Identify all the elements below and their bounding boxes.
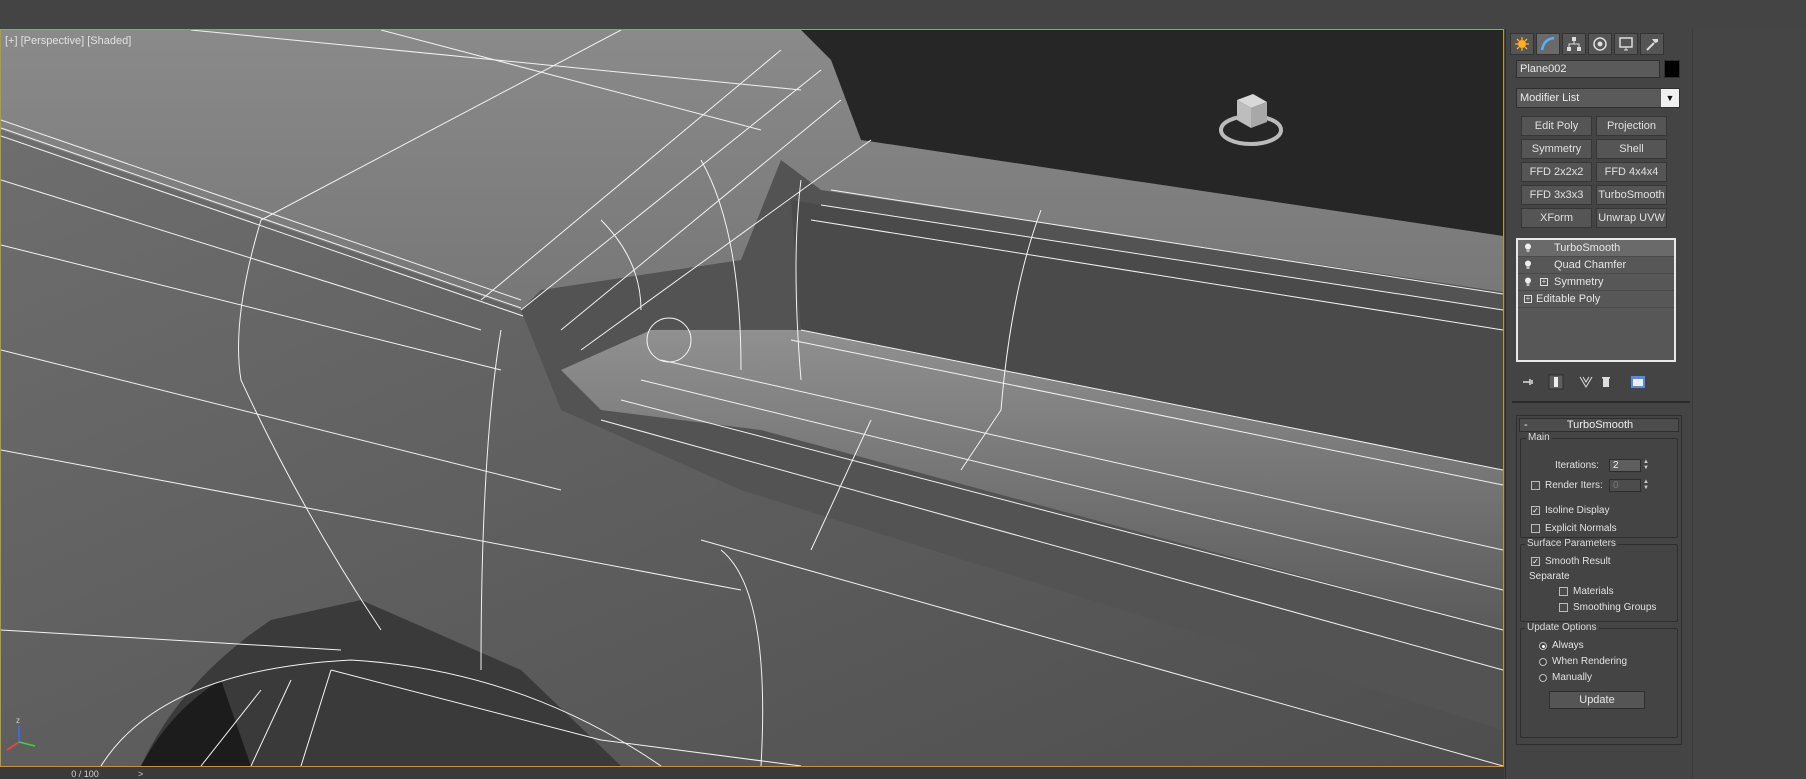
edit-poly-button[interactable]: Edit Poly bbox=[1521, 116, 1592, 136]
stack-toolbar bbox=[1516, 372, 1676, 394]
materials-checkbox[interactable] bbox=[1559, 587, 1568, 596]
isoline-display-checkbox[interactable]: ✓ bbox=[1531, 506, 1540, 515]
when-rendering-label: When Rendering bbox=[1552, 656, 1628, 667]
spinner-arrows-icon[interactable]: ▲ ▼ bbox=[1642, 459, 1650, 472]
timeline-bar[interactable] bbox=[0, 767, 1504, 779]
lightbulb-icon[interactable] bbox=[1524, 243, 1532, 253]
stack-item-label: Quad Chamfer bbox=[1554, 259, 1627, 271]
smoothing-groups-checkbox[interactable] bbox=[1559, 603, 1568, 612]
modifier-list-dropdown[interactable]: Modifier List ▼ bbox=[1516, 88, 1680, 108]
utilities-tab[interactable] bbox=[1640, 33, 1664, 55]
group-title: Surface Parameters bbox=[1525, 538, 1618, 550]
viewport-render: z bbox=[1, 30, 1503, 766]
smoothing-groups-label: Smoothing Groups bbox=[1573, 602, 1657, 613]
create-tab[interactable] bbox=[1510, 33, 1534, 55]
always-label: Always bbox=[1552, 640, 1584, 651]
smooth-result-checkbox[interactable]: ✓ bbox=[1531, 557, 1540, 566]
unwrap-uvw-button[interactable]: Unwrap UVW bbox=[1596, 208, 1667, 228]
render-iters-label: Render Iters: bbox=[1545, 480, 1603, 491]
modifier-list-label: Modifier List bbox=[1520, 92, 1580, 104]
side-panel-gutter bbox=[1692, 29, 1806, 779]
create-tab-icon bbox=[1515, 37, 1529, 51]
update-button[interactable]: Update bbox=[1549, 691, 1645, 709]
explicit-normals-checkbox[interactable] bbox=[1531, 524, 1540, 533]
panel-divider bbox=[1512, 401, 1690, 403]
modifier-buttons: Edit Poly Projection Symmetry Shell FFD … bbox=[1521, 116, 1667, 228]
next-frame-arrow[interactable]: > bbox=[138, 770, 143, 779]
command-panel: Plane002 Modifier List ▼ Edit Poly Proje… bbox=[1505, 29, 1692, 779]
ffd-2x2x2-button[interactable]: FFD 2x2x2 bbox=[1521, 162, 1592, 182]
ffd-4x4x4-button[interactable]: FFD 4x4x4 bbox=[1596, 162, 1667, 182]
object-name-field[interactable]: Plane002 bbox=[1516, 60, 1660, 78]
manually-label: Manually bbox=[1552, 672, 1593, 683]
group-title: Main bbox=[1526, 432, 1552, 444]
hierarchy-tab-icon bbox=[1567, 37, 1581, 51]
object-color-swatch[interactable] bbox=[1664, 60, 1680, 78]
main-group: Main Iterations: 2 ▲ ▼ Render Iters: 0 ▲ ▼… bbox=[1520, 432, 1678, 538]
shell-button[interactable]: Shell bbox=[1596, 139, 1667, 159]
stack-item-turbosmooth[interactable]: TurboSmooth bbox=[1518, 240, 1674, 257]
show-end-result-icon[interactable] bbox=[1548, 374, 1564, 390]
update-options-group: Update Options Always When Rendering Man… bbox=[1520, 622, 1678, 738]
expand-icon[interactable]: + bbox=[1540, 278, 1548, 286]
lightbulb-icon[interactable] bbox=[1524, 260, 1532, 270]
svg-text:z: z bbox=[16, 716, 20, 725]
pin-stack-icon[interactable] bbox=[1520, 374, 1536, 390]
remove-modifier-icon[interactable] bbox=[1598, 374, 1614, 390]
explicit-normals-label: Explicit Normals bbox=[1545, 523, 1617, 534]
render-iters-checkbox[interactable] bbox=[1531, 481, 1540, 490]
ffd-3x3x3-button[interactable]: FFD 3x3x3 bbox=[1521, 185, 1592, 205]
separate-label: Separate bbox=[1529, 571, 1570, 582]
display-tab[interactable] bbox=[1614, 33, 1638, 55]
xform-button[interactable]: XForm bbox=[1521, 208, 1592, 228]
lightbulb-icon[interactable] bbox=[1524, 277, 1532, 287]
manually-radio[interactable] bbox=[1539, 674, 1547, 682]
symmetry-button[interactable]: Symmetry bbox=[1521, 139, 1592, 159]
frame-counter[interactable]: 0 / 100 bbox=[40, 770, 130, 779]
render-iters-spinner[interactable]: 0 bbox=[1609, 479, 1641, 492]
iterations-label: Iterations: bbox=[1555, 460, 1599, 471]
motion-tab[interactable] bbox=[1588, 33, 1612, 55]
make-unique-icon[interactable] bbox=[1578, 374, 1594, 390]
hierarchy-tab[interactable] bbox=[1562, 33, 1586, 55]
utilities-tab-icon bbox=[1646, 39, 1658, 51]
stack-item-quad-chamfer[interactable]: Quad Chamfer bbox=[1518, 257, 1674, 274]
isoline-display-label: Isoline Display bbox=[1545, 505, 1610, 516]
motion-tab-icon bbox=[1593, 37, 1607, 51]
materials-label: Materials bbox=[1573, 586, 1614, 597]
configure-modifier-sets-icon[interactable] bbox=[1630, 374, 1646, 390]
stack-item-symmetry[interactable]: + Symmetry bbox=[1518, 274, 1674, 291]
viewport-label[interactable]: [+] [Perspective] [Shaded] bbox=[5, 35, 131, 47]
smooth-result-label: Smooth Result bbox=[1545, 556, 1611, 567]
when-rendering-radio[interactable] bbox=[1539, 658, 1547, 666]
spinner-arrows-icon[interactable]: ▲ ▼ bbox=[1642, 479, 1650, 492]
chevron-down-icon[interactable]: ▼ bbox=[1661, 89, 1679, 107]
turbosmooth-rollout-header[interactable]: - TurboSmooth bbox=[1519, 418, 1679, 432]
modifier-stack: TurboSmooth Quad Chamfer + Symmetry + Ed… bbox=[1516, 238, 1676, 362]
stack-item-label: Editable Poly bbox=[1536, 293, 1601, 305]
display-tab-icon bbox=[1619, 37, 1633, 51]
stack-item-editable-poly[interactable]: + Editable Poly bbox=[1518, 291, 1674, 308]
modify-tab-icon bbox=[1540, 36, 1555, 51]
group-title: Update Options bbox=[1525, 622, 1599, 634]
expand-icon[interactable]: + bbox=[1524, 295, 1532, 303]
surface-parameters-group: Surface Parameters ✓ Smooth Result Separ… bbox=[1520, 538, 1678, 622]
rollout-title: TurboSmooth bbox=[1566, 419, 1634, 431]
stack-item-label: TurboSmooth bbox=[1554, 242, 1621, 254]
command-panel-tabs bbox=[1510, 33, 1664, 55]
always-radio[interactable] bbox=[1539, 642, 1547, 650]
modify-tab[interactable] bbox=[1536, 33, 1560, 55]
top-toolbar bbox=[0, 0, 1806, 29]
turbosmooth-rollout: - TurboSmooth Main Iterations: 2 ▲ ▼ Rend… bbox=[1516, 415, 1682, 745]
iterations-spinner[interactable]: 2 bbox=[1609, 459, 1641, 472]
projection-button[interactable]: Projection bbox=[1596, 116, 1667, 136]
turbosmooth-button[interactable]: TurboSmooth bbox=[1596, 185, 1667, 205]
perspective-viewport[interactable]: z [+] [Perspective] [Shaded] bbox=[0, 29, 1504, 767]
stack-item-label: Symmetry bbox=[1554, 276, 1604, 288]
